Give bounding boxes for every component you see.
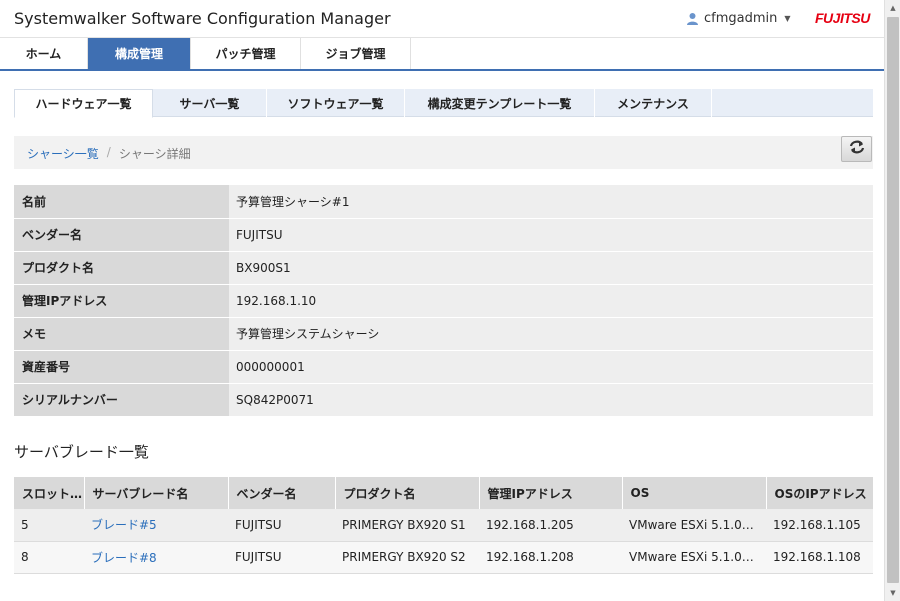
breadcrumb-current: シャーシ詳細	[118, 147, 191, 161]
detail-value: 予算管理システムシャーシ	[229, 317, 873, 351]
fujitsu-logo: FUJITSU	[815, 10, 870, 26]
detail-label: シリアルナンバー	[14, 383, 229, 417]
breadcrumb-separator: /	[106, 145, 111, 159]
column-header-mgmt-ip[interactable]: 管理IPアドレス	[479, 477, 623, 509]
detail-row: 資産番号 000000001	[14, 350, 873, 384]
tab-job[interactable]: ジョブ管理	[301, 38, 411, 69]
cell-mgmt-ip: 192.168.1.205	[479, 509, 622, 542]
cell-blade-name: ブレード#5	[84, 509, 228, 542]
user-name: cfmgadmin	[704, 11, 778, 26]
detail-value: FUJITSU	[229, 218, 873, 252]
user-menu[interactable]: cfmgadmin ▼	[686, 11, 791, 26]
detail-value: 000000001	[229, 350, 873, 384]
tab-home[interactable]: ホーム	[0, 38, 88, 69]
scrollbar-thumb[interactable]	[887, 17, 899, 583]
detail-row: 名前 予算管理シャーシ#1	[14, 185, 873, 219]
column-header-os-ip[interactable]: OSのIPアドレス	[766, 477, 874, 509]
scroll-down-arrow-icon[interactable]: ▼	[885, 585, 900, 601]
column-header-product[interactable]: プロダクト名	[335, 477, 480, 509]
user-icon	[686, 12, 699, 25]
detail-label: 管理IPアドレス	[14, 284, 229, 318]
cell-os-ip: 192.168.1.108	[766, 541, 873, 574]
breadcrumb-bar: シャーシ一覧 / シャーシ詳細	[14, 136, 873, 169]
cell-blade-name: ブレード#8	[84, 541, 228, 574]
tab-configuration[interactable]: 構成管理	[88, 38, 191, 69]
subtab-templates[interactable]: 構成変更テンプレート一覧	[405, 89, 595, 117]
subtab-hardware[interactable]: ハードウェア一覧	[14, 89, 153, 118]
cell-slot: 8	[14, 541, 84, 574]
server-blade-table: スロット… サーバブレード名 ベンダー名 プロダクト名 管理IPアドレス OS …	[14, 477, 874, 574]
table-row: 8 ブレード#8 FUJITSU PRIMERGY BX920 S2 192.1…	[14, 541, 873, 574]
subtab-software[interactable]: ソフトウェア一覧	[267, 89, 405, 117]
subtab-maintenance[interactable]: メンテナンス	[595, 89, 712, 117]
cell-os: VMware ESXi 5.1.0…	[622, 509, 766, 542]
scroll-up-arrow-icon[interactable]: ▲	[885, 0, 900, 16]
breadcrumb: シャーシ一覧 / シャーシ詳細	[27, 145, 191, 162]
header: Systemwalker Software Configuration Mana…	[0, 0, 884, 38]
detail-value: 予算管理シャーシ#1	[229, 185, 873, 219]
blade-link[interactable]: ブレード#5	[91, 518, 157, 532]
cell-os-ip: 192.168.1.105	[766, 509, 873, 542]
table-row: 5 ブレード#5 FUJITSU PRIMERGY BX920 S1 192.1…	[14, 509, 873, 542]
detail-label: ベンダー名	[14, 218, 229, 252]
section-title: サーバブレード一覧	[14, 443, 149, 461]
detail-label: プロダクト名	[14, 251, 229, 285]
cell-os: VMware ESXi 5.1.0…	[622, 541, 766, 574]
detail-label: メモ	[14, 317, 229, 351]
column-header-slot[interactable]: スロット…	[14, 477, 85, 509]
cell-vendor: FUJITSU	[228, 541, 335, 574]
tab-patch[interactable]: パッチ管理	[191, 38, 301, 69]
cell-product: PRIMERGY BX920 S1	[335, 509, 479, 542]
cell-product: PRIMERGY BX920 S2	[335, 541, 479, 574]
detail-value: 192.168.1.10	[229, 284, 873, 318]
detail-label: 名前	[14, 185, 229, 219]
table-header-row: スロット… サーバブレード名 ベンダー名 プロダクト名 管理IPアドレス OS …	[14, 477, 874, 509]
cell-vendor: FUJITSU	[228, 509, 335, 542]
cell-mgmt-ip: 192.168.1.208	[479, 541, 622, 574]
blade-link[interactable]: ブレード#8	[91, 551, 157, 565]
detail-value: SQ842P0071	[229, 383, 873, 417]
column-header-os[interactable]: OS	[622, 477, 767, 509]
chevron-down-icon: ▼	[784, 14, 791, 23]
detail-value: BX900S1	[229, 251, 873, 285]
refresh-button[interactable]	[841, 136, 872, 162]
cell-slot: 5	[14, 509, 84, 542]
detail-label: 資産番号	[14, 350, 229, 384]
main-nav: ホーム 構成管理 パッチ管理 ジョブ管理	[0, 38, 884, 71]
app-title: Systemwalker Software Configuration Mana…	[14, 9, 391, 28]
chassis-detail-table: 名前 予算管理シャーシ#1 ベンダー名 FUJITSU プロダクト名 BX900S1 …	[14, 185, 873, 417]
subtab-servers[interactable]: サーバ一覧	[153, 89, 267, 117]
column-header-vendor[interactable]: ベンダー名	[228, 477, 336, 509]
breadcrumb-link-chassis-list[interactable]: シャーシ一覧	[27, 145, 99, 162]
vertical-scrollbar[interactable]: ▲ ▼	[884, 0, 900, 601]
detail-row: シリアルナンバー SQ842P0071	[14, 383, 873, 417]
column-header-blade-name[interactable]: サーバブレード名	[84, 477, 229, 509]
detail-row: ベンダー名 FUJITSU	[14, 218, 873, 252]
detail-row: 管理IPアドレス 192.168.1.10	[14, 284, 873, 318]
app-window: Systemwalker Software Configuration Mana…	[0, 0, 884, 601]
detail-row: メモ 予算管理システムシャーシ	[14, 317, 873, 351]
refresh-icon	[849, 140, 865, 158]
detail-row: プロダクト名 BX900S1	[14, 251, 873, 285]
sub-tabs: ハードウェア一覧 サーバ一覧 ソフトウェア一覧 構成変更テンプレート一覧 メンテ…	[14, 89, 873, 118]
